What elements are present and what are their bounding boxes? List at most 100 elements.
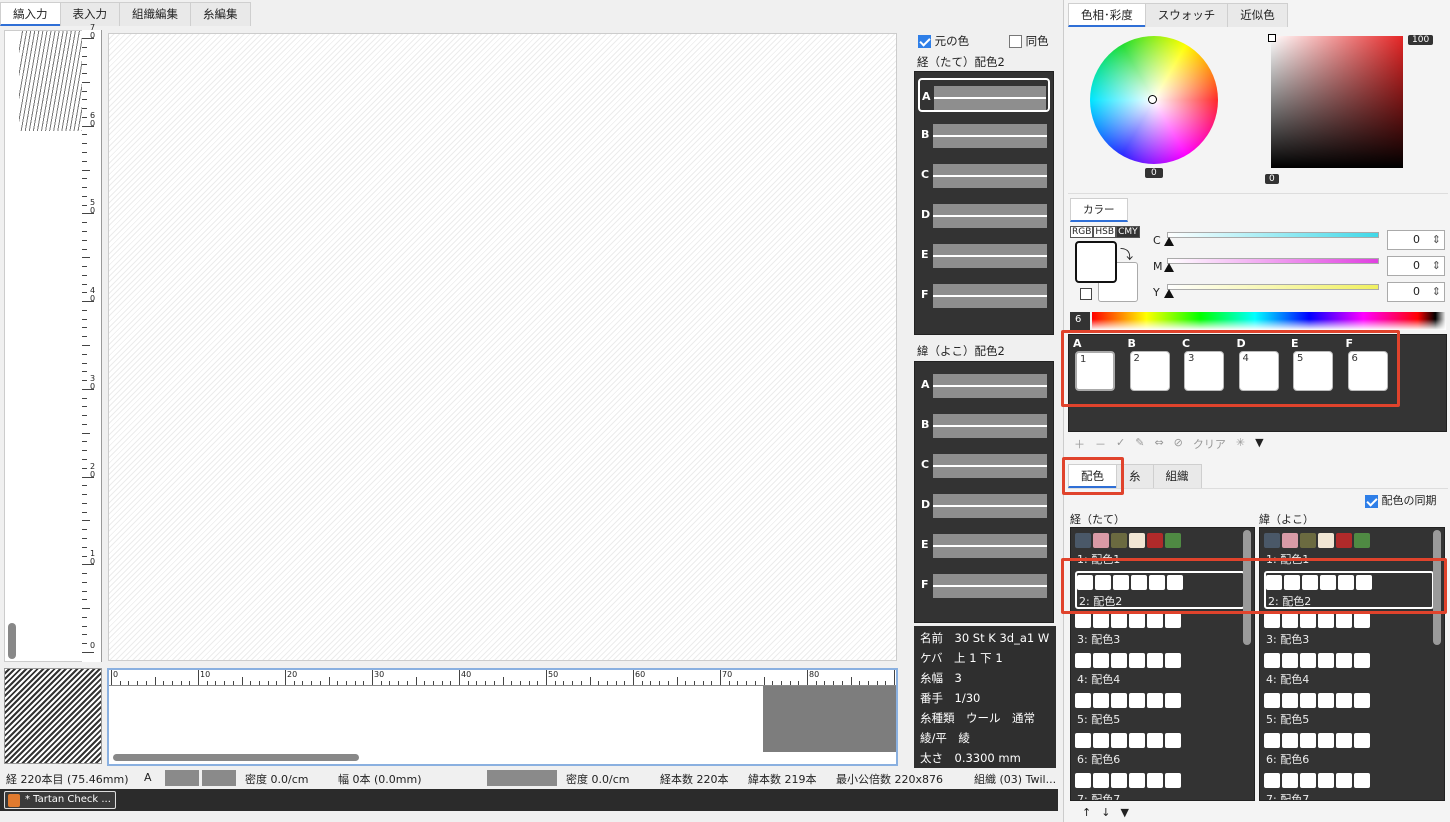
warp-yarn-A[interactable]: A [918,78,1050,112]
ruler-tick [145,681,147,685]
saturation-value-square[interactable] [1268,34,1403,168]
ruler-tick [82,608,90,610]
weft-palette-5[interactable]: 5: 配色5 [1264,691,1434,729]
document-tab[interactable]: * Tartan Check ... [4,791,116,809]
spin-c[interactable]: 0 [1387,230,1445,250]
add-icon[interactable]: ＋ [1074,436,1085,452]
warp-palette-7[interactable]: 7: 配色7 [1075,771,1245,800]
mode-cmy[interactable]: CMY [1116,226,1140,238]
tab-hue-saturation[interactable]: 色相･彩度 [1068,3,1146,27]
warp-yarn-D[interactable]: D [919,198,1049,232]
horizontal-scrollbar[interactable] [113,754,359,761]
warp-palette-4[interactable]: 4: 配色4 [1075,651,1245,689]
palette-color-cell [1165,733,1181,748]
spin-m[interactable]: 0 [1387,256,1445,276]
check-icon[interactable]: ✓ [1116,436,1125,452]
tab-yarn-edit[interactable]: 糸編集 [190,2,251,26]
tab-swatch[interactable]: スウォッチ [1144,3,1229,27]
cancel-icon[interactable]: ⊘ [1174,436,1183,452]
weft-palette-7[interactable]: 7: 配色7 [1264,771,1434,800]
ruler-tick [82,625,87,627]
ruler-tick [867,681,869,685]
original-color-checkbox[interactable] [918,35,931,48]
mode-rgb[interactable]: RGB [1070,226,1094,238]
sv-handle[interactable] [1268,34,1276,42]
slider-thumb[interactable] [1164,263,1174,272]
option-same-color[interactable]: 同色 [1009,33,1049,49]
warp-yarn-B[interactable]: B [919,118,1049,152]
foreground-color-box[interactable] [1075,241,1117,283]
weft-palette-4[interactable]: 4: 配色4 [1264,651,1434,689]
weft-palette-6[interactable]: 6: 配色6 [1264,731,1434,769]
move-down-icon[interactable]: ↓ [1101,806,1110,819]
ruler-tick [502,677,504,685]
sync-checkbox[interactable] [1365,494,1378,508]
palette-color-cell [1300,693,1316,708]
warp-palette-5[interactable]: 5: 配色5 [1075,691,1245,729]
weft-yarn-C[interactable]: C [919,448,1049,482]
spectrum-bar[interactable] [1092,312,1446,330]
warp-yarn-C[interactable]: C [919,158,1049,192]
warp-yarn-E[interactable]: E [919,238,1049,272]
warp-palette-6[interactable]: 6: 配色6 [1075,731,1245,769]
palette-menu-icon[interactable]: ▼ [1120,806,1128,819]
tab-stripe-input[interactable]: 縞入力 [0,2,61,26]
warp-yarn-F[interactable]: F [919,278,1049,312]
swap-icon[interactable]: ⇔ [1154,436,1163,452]
spin-y[interactable]: 0 [1387,282,1445,302]
ruler-tick [572,681,574,685]
tab-color[interactable]: カラー [1070,198,1128,222]
weft-yarn-B[interactable]: B [919,408,1049,442]
dropdown-icon[interactable]: ▼ [1255,436,1263,452]
move-up-icon[interactable]: ↑ [1082,806,1091,819]
ruler-label: 6 0 [90,110,96,128]
info-line: 綾/平 綾 [920,731,970,745]
weft-yarn-A[interactable]: A [919,368,1049,402]
palette-color-cell [1129,693,1145,708]
color-wheel[interactable] [1090,36,1218,164]
weft-palette-3[interactable]: 3: 配色3 [1264,611,1434,649]
tab-weave[interactable]: 組織 [1152,464,1202,488]
option-original-color[interactable]: 元の色 [918,33,969,49]
tab-similar-color[interactable]: 近似色 [1227,3,1288,27]
vertical-scrollbar[interactable] [8,623,16,659]
tab-weave-edit[interactable]: 組織編集 [119,2,191,26]
slider-thumb[interactable] [1164,289,1174,298]
slider-track-m[interactable] [1167,258,1379,264]
ruler-tick [876,681,878,685]
ruler-tick [163,681,165,685]
remove-icon[interactable]: － [1095,436,1106,452]
sync-option[interactable]: 配色の同期 [1365,492,1437,508]
same-color-checkbox[interactable] [1009,35,1022,48]
weft-yarn-F[interactable]: F [919,568,1049,602]
clear-button[interactable]: クリア [1193,436,1226,452]
color-wheel-handle[interactable] [1148,95,1157,104]
ruler-tick [345,681,347,685]
sv-min-label: 0 [1265,174,1279,184]
ruler-tick [641,681,643,685]
yarn-info-panel: 名前 30 St K 3d_a1 W ケバ 上 1 下 1 糸幅 3 番手 1/30 糸… [914,626,1056,768]
slider-track-c[interactable] [1167,232,1379,238]
slider-thumb[interactable] [1164,237,1174,246]
ruler-label: 60 [635,670,646,679]
ruler-tick [720,670,721,685]
ruler-tick [82,309,87,311]
no-color-checkbox[interactable] [1080,288,1092,300]
palette-label: 6: 配色6 [1266,753,1310,766]
slider-track-y[interactable] [1167,284,1379,290]
palette-color-cell [1075,693,1091,708]
sparkle-icon[interactable]: ✳ [1236,436,1245,452]
ruler-tick [82,432,90,434]
weft-yarn-E[interactable]: E [919,528,1049,562]
warp-palette-3[interactable]: 3: 配色3 [1075,611,1245,649]
swap-colors-icon[interactable]: ⤵ [1120,244,1133,263]
weave-preview [4,668,102,764]
weft-yarn-D[interactable]: D [919,488,1049,522]
palette-color-cell [1093,693,1109,708]
ruler-tick [82,546,87,548]
ruler-tick [302,681,304,685]
pencil-icon[interactable]: ✎ [1135,436,1144,452]
ruler-tick [459,670,460,685]
mode-hsb[interactable]: HSB [1093,226,1117,238]
design-canvas[interactable] [108,33,897,661]
